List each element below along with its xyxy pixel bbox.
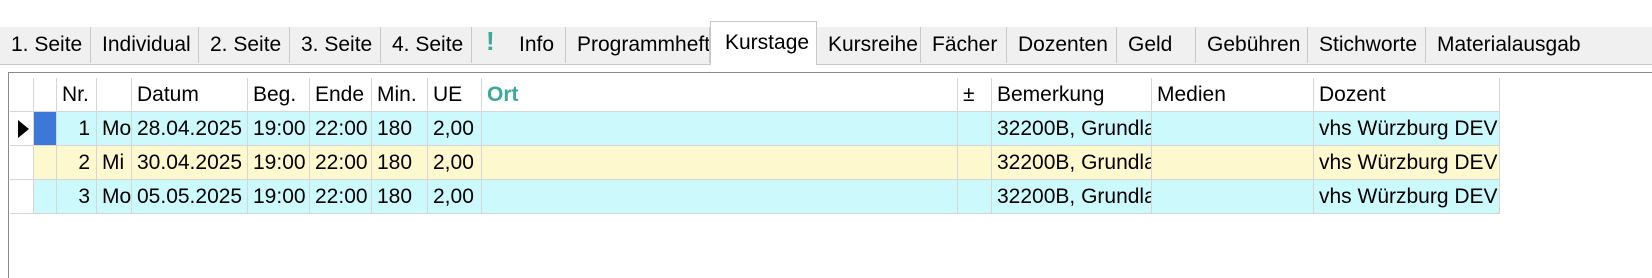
cell-datum[interactable]: 28.04.2025	[132, 112, 248, 146]
row-selector[interactable]	[34, 146, 57, 180]
tab-label: 1. Seite	[11, 33, 83, 56]
tab-geld[interactable]: Geld	[1117, 27, 1196, 63]
column-header-ende[interactable]: Ende	[310, 78, 372, 112]
cell-medien[interactable]	[1152, 146, 1314, 180]
cell-datum[interactable]: 30.04.2025	[132, 146, 248, 180]
cell-nr[interactable]: 3	[57, 180, 97, 214]
cell-day[interactable]: Mo	[97, 180, 132, 214]
cell-ende[interactable]: 22:00	[310, 146, 372, 180]
tab-4-seite[interactable]: 4. Seite	[381, 27, 472, 63]
tab-kurstage[interactable]: Kurstage	[710, 21, 817, 65]
row-selector[interactable]	[34, 112, 57, 146]
cell-medien[interactable]	[1152, 180, 1314, 214]
tab-label: Kursreihe	[828, 33, 918, 56]
tab-label: Individual	[102, 33, 191, 56]
cell-plusminus[interactable]	[958, 146, 992, 180]
column-header-day[interactable]	[97, 78, 132, 112]
tab-dozenten[interactable]: Dozenten	[1007, 27, 1117, 63]
table-row[interactable]: 3 Mo 05.05.2025 19:00 22:00 180 2,00 322…	[10, 180, 1500, 214]
column-header-min[interactable]: Min.	[372, 78, 428, 112]
cell-day[interactable]: Mi	[97, 146, 132, 180]
cell-dozent[interactable]: vhs Würzburg DEV	[1314, 180, 1500, 214]
cell-nr[interactable]: 2	[57, 146, 97, 180]
cell-dozent[interactable]: vhs Würzburg DEV	[1314, 112, 1500, 146]
row-indicator-header	[10, 78, 34, 112]
tab-1-seite[interactable]: 1. Seite	[0, 27, 91, 63]
table-row[interactable]: 2 Mi 30.04.2025 19:00 22:00 180 2,00 322…	[10, 146, 1500, 180]
column-header-ort[interactable]: Ort	[482, 78, 958, 112]
tab-materialausgabe[interactable]: Materialausgab	[1426, 27, 1652, 63]
cell-ue[interactable]: 2,00	[428, 112, 482, 146]
tab-2-seite[interactable]: 2. Seite	[199, 27, 290, 63]
column-header-medien[interactable]: Medien	[1152, 78, 1314, 112]
row-indicator	[10, 146, 34, 180]
tab-label: Stichworte	[1319, 33, 1418, 56]
cell-plusminus[interactable]	[958, 112, 992, 146]
tab-3-seite[interactable]: 3. Seite	[290, 27, 381, 63]
tab-programmheft[interactable]: Programmheft	[566, 27, 710, 63]
tab-label: 2. Seite	[210, 33, 282, 56]
tab-label: Programmheft	[577, 33, 710, 56]
tab-label: Geld	[1128, 33, 1173, 56]
cell-ort[interactable]	[482, 112, 958, 146]
cell-ende[interactable]: 22:00	[310, 180, 372, 214]
tab-kursreihe[interactable]: Kursreihe	[817, 27, 921, 63]
column-header-beg[interactable]: Beg.	[248, 78, 310, 112]
cell-beg[interactable]: 19:00	[248, 146, 310, 180]
cell-datum[interactable]: 05.05.2025	[132, 180, 248, 214]
grid-header-row: Nr. Datum Beg. Ende Min. UE Ort ± Bemerk…	[10, 78, 1500, 112]
cell-min[interactable]: 180	[372, 112, 428, 146]
cell-nr[interactable]: 1	[57, 112, 97, 146]
tab-individual[interactable]: Individual	[91, 27, 199, 63]
cell-ort[interactable]	[482, 146, 958, 180]
row-indicator	[10, 180, 34, 214]
current-row-indicator	[10, 112, 34, 146]
tab-stichworte[interactable]: Stichworte	[1308, 27, 1426, 63]
tab-info[interactable]: ! Info	[472, 27, 566, 63]
cell-medien[interactable]	[1152, 112, 1314, 146]
tab-label: 4. Seite	[392, 33, 464, 56]
cell-bemerkung[interactable]: 32200B, Grundlag	[992, 180, 1152, 214]
tab-faecher[interactable]: Fächer	[921, 27, 1007, 63]
tab-strip: 1. Seite Individual 2. Seite 3. Seite 4.…	[0, 0, 1652, 66]
cell-ort[interactable]	[482, 180, 958, 214]
cell-min[interactable]: 180	[372, 180, 428, 214]
cell-ende[interactable]: 22:00	[310, 112, 372, 146]
tab-label: Dozenten	[1018, 33, 1108, 56]
cell-day[interactable]: Mo	[97, 112, 132, 146]
cell-plusminus[interactable]	[958, 180, 992, 214]
column-header-datum[interactable]: Datum	[132, 78, 248, 112]
tab-label: Materialausgab	[1437, 33, 1581, 56]
column-header-ue[interactable]: UE	[428, 78, 482, 112]
column-header-dozent[interactable]: Dozent	[1314, 78, 1500, 112]
row-pointer-icon	[18, 120, 29, 138]
tab-label: Fächer	[932, 33, 998, 56]
cell-beg[interactable]: 19:00	[248, 180, 310, 214]
tab-label: Kurstage	[725, 31, 810, 54]
cell-ue[interactable]: 2,00	[428, 146, 482, 180]
cell-bemerkung[interactable]: 32200B, Grundlag	[992, 146, 1152, 180]
tab-gebuehren[interactable]: Gebühren	[1196, 27, 1308, 63]
column-header-bemerkung[interactable]: Bemerkung	[992, 78, 1152, 112]
tab-label: 3. Seite	[301, 33, 373, 56]
tab-label: Info	[519, 33, 555, 56]
cell-dozent[interactable]: vhs Würzburg DEV	[1314, 146, 1500, 180]
column-header-nr[interactable]: Nr.	[57, 78, 97, 112]
cell-beg[interactable]: 19:00	[248, 112, 310, 146]
info-exclamation-icon: !	[486, 27, 495, 56]
cell-bemerkung[interactable]: 32200B, Grundlag	[992, 112, 1152, 146]
tab-bar: 1. Seite Individual 2. Seite 3. Seite 4.…	[0, 21, 1652, 65]
cell-min[interactable]: 180	[372, 146, 428, 180]
row-selector[interactable]	[34, 180, 57, 214]
tab-label: Gebühren	[1207, 33, 1301, 56]
cell-ue[interactable]: 2,00	[428, 180, 482, 214]
column-header-plusminus[interactable]: ±	[958, 78, 992, 112]
table-row[interactable]: 1 Mo 28.04.2025 19:00 22:00 180 2,00 322…	[10, 112, 1500, 146]
selection-column-header	[34, 78, 57, 112]
